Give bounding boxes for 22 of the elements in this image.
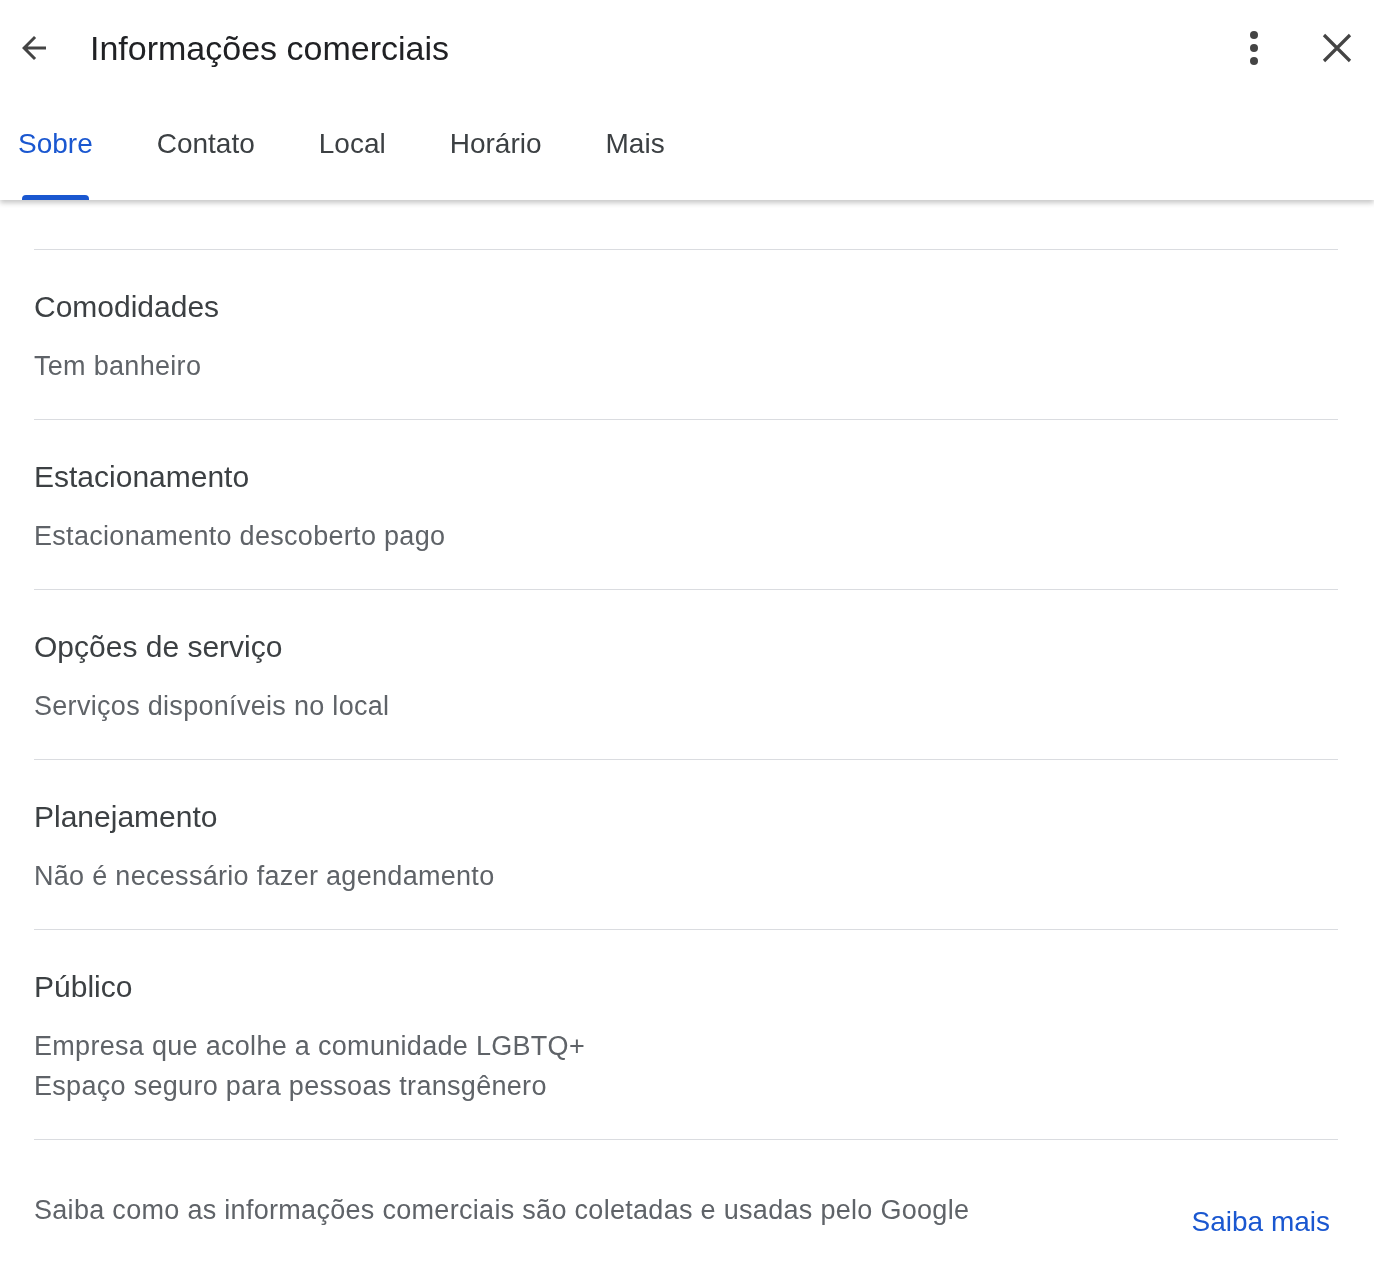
attribute-text: Não é necessário fazer agendamento: [34, 860, 496, 893]
section-heading: Comodidades: [34, 289, 221, 325]
tab[interactable]: Local: [318, 96, 386, 200]
info-text: Saiba como as informações comerciais são coletadas e usadas pelo Google: [34, 1194, 970, 1227]
window-title: Informações comerciais: [90, 28, 450, 68]
section-heading: Opções de serviço: [34, 629, 284, 665]
attribute-text: Espaço seguro para pessoas transgênero: [34, 1070, 548, 1103]
attribute-text: Estacionamento descoberto pago: [34, 520, 447, 553]
tab[interactable]: Contato: [156, 96, 255, 200]
tab-indicator: [22, 195, 89, 200]
tab[interactable]: Sobre: [18, 96, 93, 200]
attribute-text: Empresa que acolhe a comunidade LGBTQ+: [34, 1030, 586, 1063]
section-heading: Público: [34, 969, 134, 1005]
tab[interactable]: Mais: [605, 96, 665, 200]
section-heading: Planejamento: [34, 799, 219, 835]
tab[interactable]: Horário: [449, 96, 542, 200]
attribute-text: Serviços disponíveis no local: [34, 690, 391, 723]
close-icon[interactable]: [1322, 33, 1352, 63]
attribute-text: Tem banheiro: [34, 350, 203, 383]
section-heading: Estacionamento: [34, 459, 251, 495]
learn-more-link[interactable]: Saiba mais: [1191, 1202, 1330, 1242]
more-options-icon[interactable]: [1248, 30, 1260, 66]
